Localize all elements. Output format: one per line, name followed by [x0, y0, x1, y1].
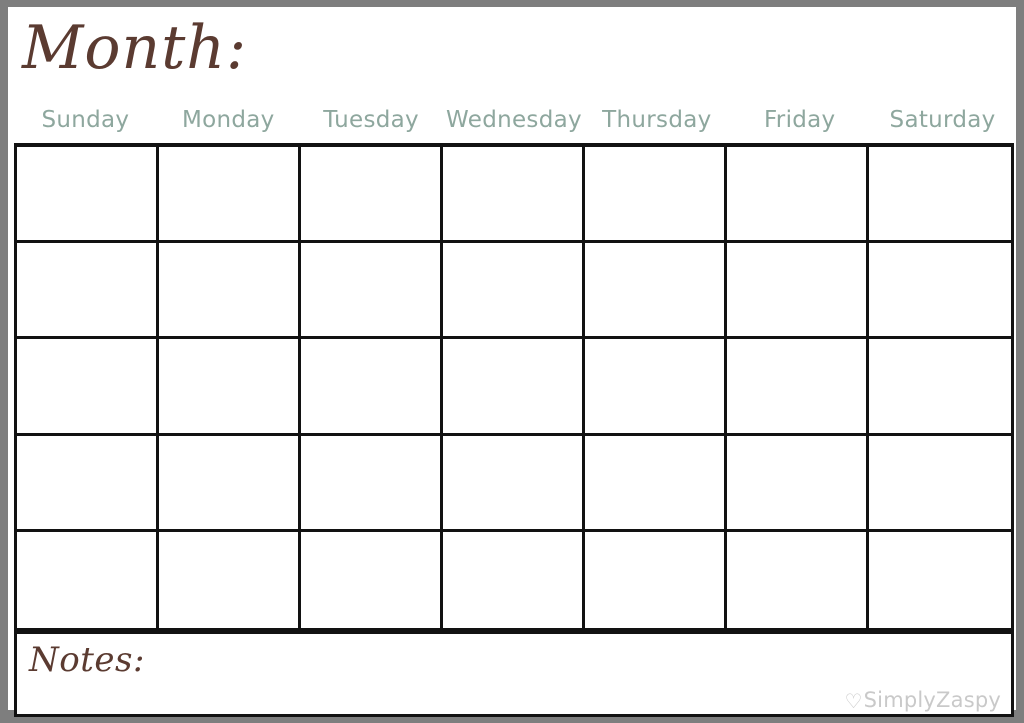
day-cell[interactable] [443, 435, 585, 532]
watermark-brand: SimplyZaspy [863, 688, 1001, 712]
day-cell[interactable] [301, 531, 443, 628]
day-cell[interactable] [159, 435, 301, 532]
day-cell[interactable] [159, 339, 301, 436]
page-frame: Month: Sunday Monday Tuesday Wednesday T… [0, 0, 1024, 723]
weekday-header-friday: Friday [763, 107, 836, 133]
day-cell[interactable] [301, 243, 443, 340]
day-cell[interactable] [727, 531, 869, 628]
weekday-header-sunday: Sunday [41, 107, 130, 133]
day-cell[interactable] [869, 435, 1011, 532]
watermark: ♡ SimplyZaspy [844, 688, 1001, 712]
day-cell[interactable] [443, 531, 585, 628]
heart-icon: ♡ [844, 689, 863, 713]
day-cell[interactable] [301, 339, 443, 436]
notes-label: Notes: [29, 640, 145, 680]
day-cell[interactable] [585, 435, 727, 532]
day-cell[interactable] [159, 147, 301, 244]
day-cell[interactable] [869, 147, 1011, 244]
day-cell[interactable] [585, 147, 727, 244]
day-cell[interactable] [869, 243, 1011, 340]
day-cell[interactable] [727, 243, 869, 340]
day-cell[interactable] [301, 147, 443, 244]
day-cell[interactable] [17, 435, 159, 532]
day-cell[interactable] [159, 531, 301, 628]
day-cell[interactable] [159, 243, 301, 340]
day-cell[interactable] [869, 531, 1011, 628]
day-cell[interactable] [443, 147, 585, 244]
calendar-sheet: Month: Sunday Monday Tuesday Wednesday T… [8, 7, 1016, 717]
day-cell[interactable] [585, 339, 727, 436]
day-cell[interactable] [727, 147, 869, 244]
day-cell[interactable] [727, 435, 869, 532]
day-cell[interactable] [727, 339, 869, 436]
day-cell[interactable] [17, 147, 159, 244]
day-cell[interactable] [443, 339, 585, 436]
day-cell[interactable] [17, 243, 159, 340]
day-cell[interactable] [585, 531, 727, 628]
weekday-header: Sunday Monday Tuesday Wednesday Thursday… [14, 102, 1014, 138]
day-cell[interactable] [869, 339, 1011, 436]
weekday-header-tuesday: Tuesday [323, 107, 419, 133]
day-cell[interactable] [301, 435, 443, 532]
day-cell[interactable] [585, 243, 727, 340]
day-cell[interactable] [17, 339, 159, 436]
weekday-header-thursday: Thursday [602, 107, 712, 133]
weekday-header-wednesday: Wednesday [446, 107, 582, 133]
calendar-grid [14, 143, 1014, 631]
day-cell[interactable] [17, 531, 159, 628]
weekday-header-saturday: Saturday [889, 107, 996, 133]
weekday-header-monday: Monday [181, 107, 275, 133]
notes-box[interactable]: Notes: ♡ SimplyZaspy [14, 631, 1014, 717]
month-title: Month: [22, 13, 248, 83]
day-cell[interactable] [443, 243, 585, 340]
title-row: Month: [8, 7, 1016, 97]
